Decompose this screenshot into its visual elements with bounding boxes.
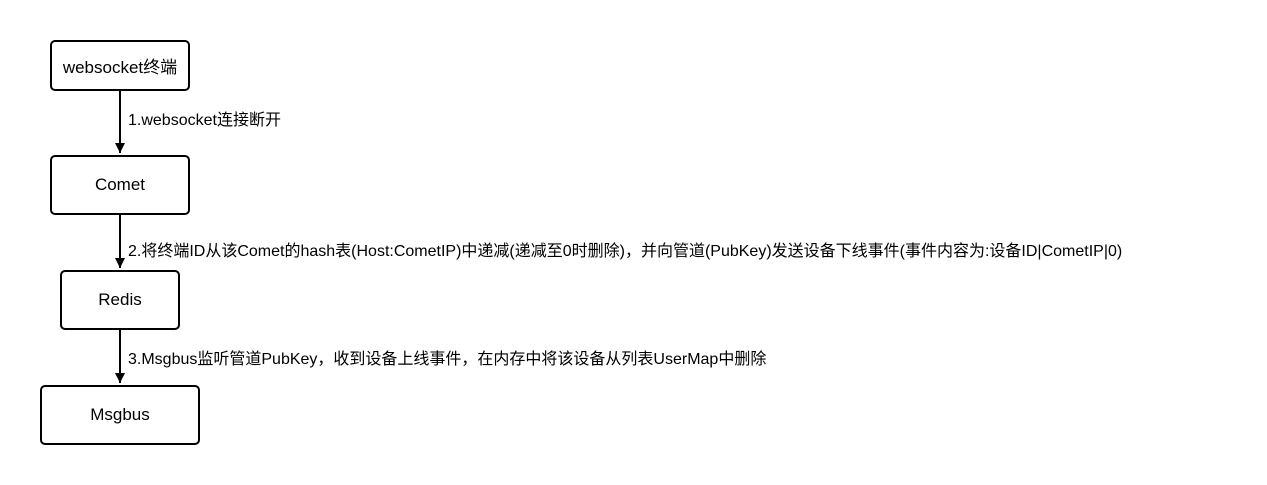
node-msgbus: Msgbus [40,385,200,445]
node-comet: Comet [50,155,190,215]
edge-label-step1: 1.websocket连接断开 [128,112,281,129]
node-websocket-terminal: websocket终端 [50,40,190,91]
edge-label-step2: 2.将终端ID从该Comet的hash表(Host:CometIP)中递减(递减… [128,243,1123,260]
node-redis: Redis [60,270,180,330]
edge-label-step3: 3.Msgbus监听管道PubKey，收到设备上线事件，在内存中将该设备从列表U… [128,351,767,368]
